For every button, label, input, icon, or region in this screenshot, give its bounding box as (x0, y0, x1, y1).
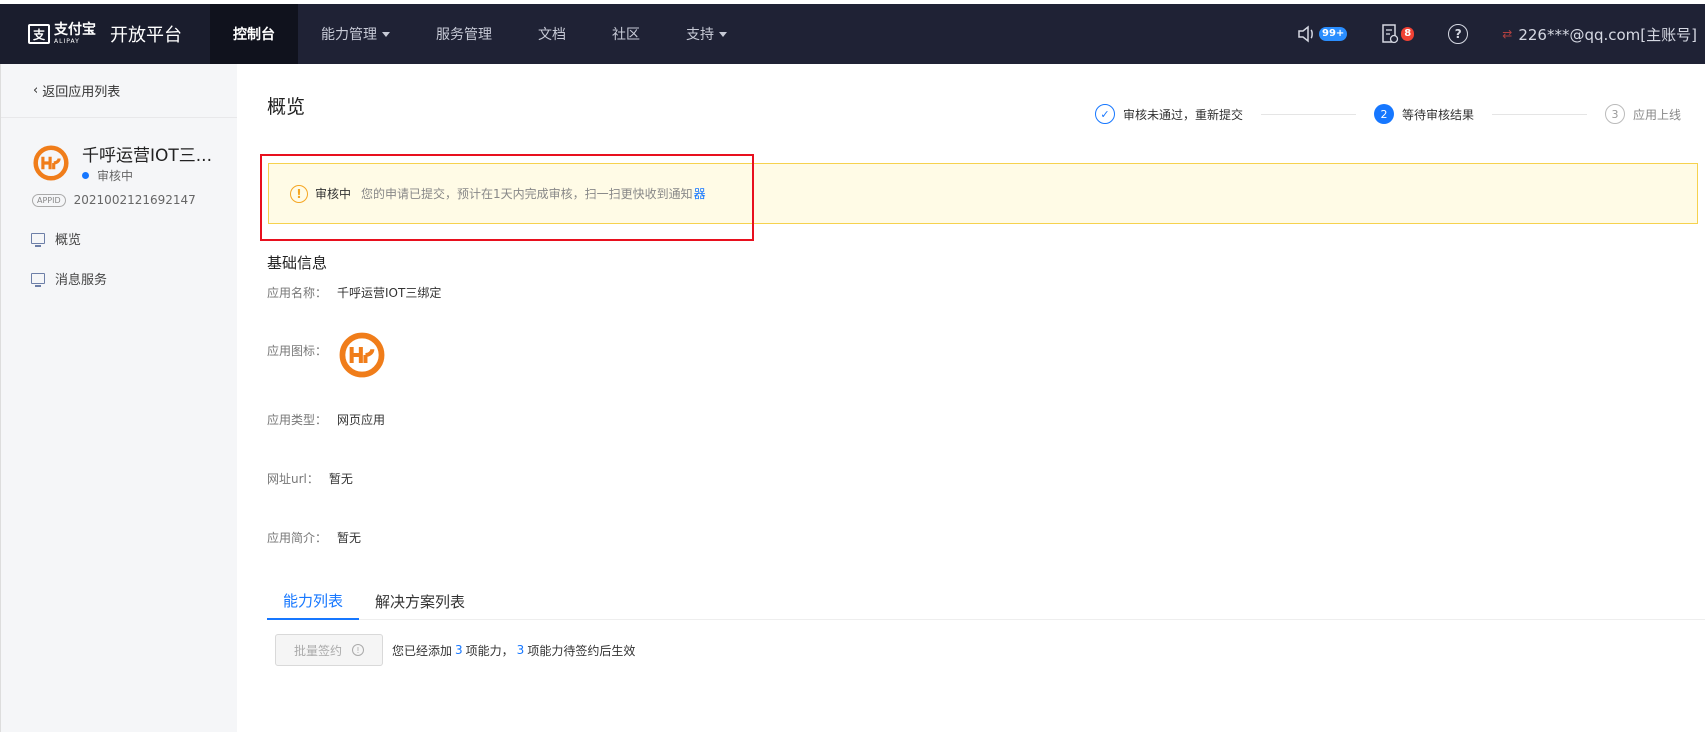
step-awaiting-result: 2 等待审核结果 (1374, 104, 1474, 124)
app-status: 审核中 (82, 167, 133, 184)
nav-item-docs[interactable]: 文档 (515, 4, 589, 64)
pending-count: 3 (516, 643, 525, 657)
help-button[interactable]: ? (1448, 24, 1469, 44)
alert-title: 审核中 (315, 187, 352, 201)
alert-text: 您的申请已提交，预计在1天内完成审核，扫一扫更快收到通知 (361, 187, 693, 201)
caret-down-icon (719, 31, 727, 37)
appid-value[interactable]: 2021002121692147 (74, 193, 196, 207)
switch-account-icon: ⇄ (1502, 27, 1513, 41)
nav-item-service-management[interactable]: 服务管理 (413, 4, 515, 64)
nav-item-support[interactable]: 支持 (663, 4, 750, 64)
info-row-app-name: 应用名称： 千呼运营IOT三绑定 (267, 286, 442, 300)
top-navigation-bar: 支 支付宝 ALIPAY 开放平台 控制台 能力管理 服务管理 文档 社区 支持… (0, 4, 1705, 64)
monitor-icon (31, 232, 45, 247)
info-row-app-type: 应用类型： 网页应用 (267, 413, 386, 427)
step-resubmit: ✓ 审核未通过，重新提交 (1095, 104, 1243, 124)
help-icon: ? (1448, 24, 1469, 44)
info-row-app-icon: 应用图标： (267, 332, 385, 378)
app-card: 千呼运营IOT三... 审核中 APPID 2021002121692147 (1, 118, 237, 218)
speaker-icon (1298, 25, 1313, 43)
step-number: 2 (1374, 104, 1395, 124)
nav-item-console[interactable]: 控制台 (210, 4, 298, 64)
step-number: 3 (1605, 104, 1626, 124)
messages-badge: 8 (1401, 27, 1415, 41)
brand[interactable]: 支 支付宝 ALIPAY 开放平台 (0, 4, 210, 64)
main-content: 概览 ✓ 审核未通过，重新提交 2 等待审核结果 3 应用上线 ! 审核中 您的… (237, 64, 1705, 732)
app-name: 千呼运营IOT三... (82, 146, 212, 166)
check-icon: ✓ (1095, 104, 1115, 124)
review-alert: ! 审核中 您的申请已提交，预计在1天内完成审核，扫一扫更快收到通知 器 (268, 163, 1698, 224)
sidebar-item-overview[interactable]: 概览 (1, 218, 237, 258)
account-menu[interactable]: ⇄ 226***@qq.com[主账号] (1502, 24, 1697, 45)
tab-solution-list[interactable]: 解决方案列表 (359, 582, 481, 620)
sidebar-item-message-service[interactable]: 消息服务 (1, 258, 237, 298)
info-row-description: 应用简介： 暂无 (267, 531, 362, 545)
app-logo-icon (339, 332, 385, 378)
sidebar: ‹ 返回应用列表 千呼运营IOT三... 审核中 APPID 202100212… (0, 64, 237, 732)
alipay-logo-icon: 支 (28, 24, 50, 44)
nav-item-capability-management[interactable]: 能力管理 (298, 4, 413, 64)
tab-capability-list[interactable]: 能力列表 (267, 582, 360, 620)
caret-down-icon (382, 31, 390, 37)
platform-title: 开放平台 (110, 25, 182, 46)
brand-name-en: ALIPAY (54, 38, 80, 45)
document-clock-icon (1382, 24, 1399, 44)
app-logo-icon (33, 145, 69, 181)
appid-tag: APPID (32, 193, 66, 207)
page-title: 概览 (267, 96, 306, 118)
brand-name-cn: 支付宝 (54, 22, 96, 38)
nav-item-community[interactable]: 社区 (589, 4, 663, 64)
step-app-launch: 3 应用上线 (1605, 104, 1681, 124)
batch-sign-row: 批量签约 ! 您已经添加 3 项能力， 3 项能力待签约后生效 (275, 634, 635, 666)
content-tabs: 能力列表 解决方案列表 (267, 582, 1705, 620)
status-dot-icon (82, 172, 89, 179)
back-to-app-list-link[interactable]: ‹ 返回应用列表 (1, 64, 237, 118)
appid-row: APPID 2021002121692147 (32, 193, 196, 207)
info-row-url: 网址url： 暂无 (267, 472, 353, 486)
chart-icon (31, 272, 45, 287)
info-icon: ! (352, 644, 364, 656)
account-name: 226***@qq.com[主账号] (1518, 25, 1697, 44)
qr-code-link[interactable]: 器 (694, 185, 706, 202)
chevron-left-icon: ‹ (33, 83, 39, 98)
basic-info-title: 基础信息 (267, 254, 328, 272)
notifications-badge: 99+ (1318, 27, 1348, 41)
main-nav: 控制台 能力管理 服务管理 文档 社区 支持 (210, 4, 750, 64)
messages-button[interactable]: 8 (1381, 24, 1415, 44)
added-count: 3 (455, 643, 463, 657)
batch-sign-button[interactable]: 批量签约 ! (275, 634, 383, 666)
review-steps: ✓ 审核未通过，重新提交 2 等待审核结果 3 应用上线 (1095, 104, 1681, 124)
notifications-button[interactable]: 99+ (1297, 25, 1348, 43)
warning-icon: ! (290, 184, 308, 203)
